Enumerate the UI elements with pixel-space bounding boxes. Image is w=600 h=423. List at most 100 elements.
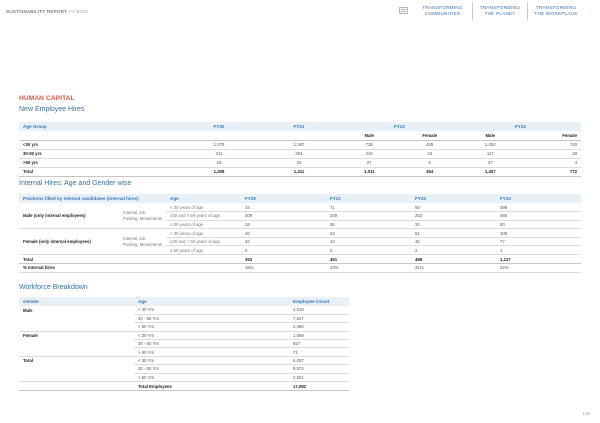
count-cell: 4,318 bbox=[289, 306, 349, 315]
count-cell: 8,574 bbox=[289, 364, 349, 374]
count-cell: 6,007 bbox=[289, 356, 349, 366]
table-row: <30 yrs 1,079 1,087 738 405 1,253 740 bbox=[19, 140, 581, 150]
table-row: 30 - 50 Yrs 927 bbox=[19, 339, 349, 349]
row-label: >50 yrs bbox=[19, 158, 179, 168]
age-cell: < 30 Yrs bbox=[134, 356, 289, 366]
menu-icon[interactable] bbox=[399, 7, 408, 14]
tab-label: TRANSFORMING THE WORKPLACE bbox=[534, 5, 578, 16]
cell: 117 bbox=[460, 149, 521, 159]
cell: 32 bbox=[241, 237, 326, 247]
tab-label: TRANSFORMING THE PLANET bbox=[479, 5, 521, 16]
table-row: >50 yrs 18 20 27 6 37 4 bbox=[19, 158, 581, 168]
tab-transforming-the-planet[interactable]: TRANSFORMING THE PLANET bbox=[472, 2, 527, 20]
col-header: FY20 bbox=[179, 122, 259, 131]
sub-header: Male bbox=[339, 131, 400, 141]
age-cell: < 30 years of age bbox=[166, 228, 241, 238]
cell: 37 bbox=[460, 158, 521, 168]
table-row: 30 - 50 Yrs 8,574 bbox=[19, 364, 349, 374]
cell: 33% bbox=[326, 263, 411, 273]
cell: 1,411 bbox=[259, 166, 339, 177]
group-label: Female (only internal employees) bbox=[19, 228, 119, 256]
cell: 42 bbox=[326, 237, 411, 247]
age-cell: > 50 Yrs bbox=[134, 347, 289, 357]
cell: 252 bbox=[411, 211, 496, 221]
report-fy: FY 2023 bbox=[69, 9, 88, 14]
col-header: FY23 bbox=[496, 194, 581, 203]
age-cell: < 30 Yrs bbox=[134, 331, 289, 341]
col-header: FY21 bbox=[326, 194, 411, 203]
count-cell: 1,669 bbox=[289, 331, 349, 341]
cell: 28 bbox=[520, 149, 581, 159]
cell: 27 bbox=[339, 158, 400, 168]
internal-hires-table: Positions filled by internal candidates … bbox=[19, 194, 581, 273]
sub-header: Female bbox=[399, 131, 460, 141]
count-cell: 71 bbox=[289, 347, 349, 357]
cell: 31% bbox=[411, 263, 496, 273]
cell: 6 bbox=[399, 158, 460, 168]
table-row: 30 - 50 Yrs 7,647 bbox=[19, 314, 349, 324]
cell: 53 bbox=[326, 228, 411, 238]
cell: 488 bbox=[411, 254, 496, 265]
section-title: HUMAN CAPITAL bbox=[19, 95, 75, 102]
group-label: Male bbox=[23, 307, 33, 313]
cell: 1,079 bbox=[179, 140, 259, 150]
cell: 20 bbox=[259, 158, 339, 168]
cell: 249 bbox=[326, 211, 411, 221]
sub-header: Female bbox=[520, 131, 581, 141]
cell: 4 bbox=[520, 158, 581, 168]
col-header: Age bbox=[134, 297, 289, 306]
cell: 36 bbox=[326, 220, 411, 230]
tab-transforming-the-workplace[interactable]: TRANSFORMING THE WORKPLACE bbox=[527, 2, 584, 20]
new-hires-table: Age Group FY20 FY21 FY22 FY23 Male Femal… bbox=[19, 122, 581, 177]
cell: 1,408 bbox=[179, 166, 259, 177]
cell: 451 bbox=[326, 254, 411, 265]
age-cell: ≥30 and < 50 years of age bbox=[166, 237, 241, 247]
cell: 209 bbox=[241, 211, 326, 221]
cell: 0 bbox=[326, 245, 411, 256]
col-header: Age bbox=[166, 194, 241, 203]
table-row: 30-50 yrs 311 304 246 43 117 28 bbox=[19, 149, 581, 159]
row-label: Total bbox=[19, 166, 179, 177]
count-cell: 2,501 bbox=[289, 373, 349, 383]
col-header: FY23 bbox=[460, 122, 581, 131]
table-row: Male (only internal employees) Internal … bbox=[19, 203, 581, 230]
age-cell: > 50 Yrs bbox=[134, 373, 289, 383]
row-label: Total bbox=[19, 254, 241, 265]
table-header-row: Positions filled by internal candidates … bbox=[19, 194, 581, 203]
cell: 398 bbox=[496, 203, 581, 213]
new-hires-title: New Employee Hires bbox=[19, 106, 85, 113]
cell: 738 bbox=[339, 140, 400, 150]
cell: 1,407 bbox=[460, 166, 521, 177]
age-cell: < 30 Yrs bbox=[134, 306, 289, 315]
cell: 772 bbox=[520, 166, 581, 177]
tab-transforming-communities[interactable]: TRANSFORMING COMMUNITIES bbox=[414, 2, 471, 20]
age-cell: 30 - 50 Yrs bbox=[134, 364, 289, 374]
row-label: 30-50 yrs bbox=[19, 149, 179, 159]
total-row: Total 1,408 1,411 1,011 454 1,407 772 bbox=[19, 166, 581, 177]
cell: 1,087 bbox=[259, 140, 339, 150]
cell: 1,127 bbox=[496, 254, 581, 265]
age-cell: > 50 Yrs bbox=[134, 322, 289, 332]
table-row: Total < 30 Yrs 6,007 bbox=[19, 356, 349, 366]
age-cell: 30 - 50 Yrs bbox=[134, 314, 289, 324]
group-label: Female bbox=[23, 333, 38, 339]
cell: 71 bbox=[326, 203, 411, 213]
cell: 109 bbox=[496, 228, 581, 238]
table-row: > 50 Yrs 2,480 bbox=[19, 322, 349, 332]
cell: 311 bbox=[179, 149, 259, 159]
cell: 405 bbox=[399, 140, 460, 150]
sub-header: Male bbox=[460, 131, 521, 141]
count-cell: 7,647 bbox=[289, 314, 349, 324]
cell: 1,011 bbox=[339, 166, 400, 177]
cell: 18 bbox=[241, 220, 326, 230]
cell: 454 bbox=[399, 166, 460, 177]
table-header-row: Gender Age Employee Count bbox=[19, 297, 349, 306]
cell: 32% bbox=[496, 263, 581, 273]
cell: 2 bbox=[411, 245, 496, 256]
cell: 43 bbox=[399, 149, 460, 159]
cell: 246 bbox=[339, 149, 400, 159]
group-label: Male (only internal employees) bbox=[19, 203, 119, 230]
col-header: FY22 bbox=[411, 194, 496, 203]
page-header: SUSTAINABILITY REPORT FY 2023 TRANSFORMIN… bbox=[0, 0, 600, 22]
group-label: Total bbox=[23, 358, 33, 364]
